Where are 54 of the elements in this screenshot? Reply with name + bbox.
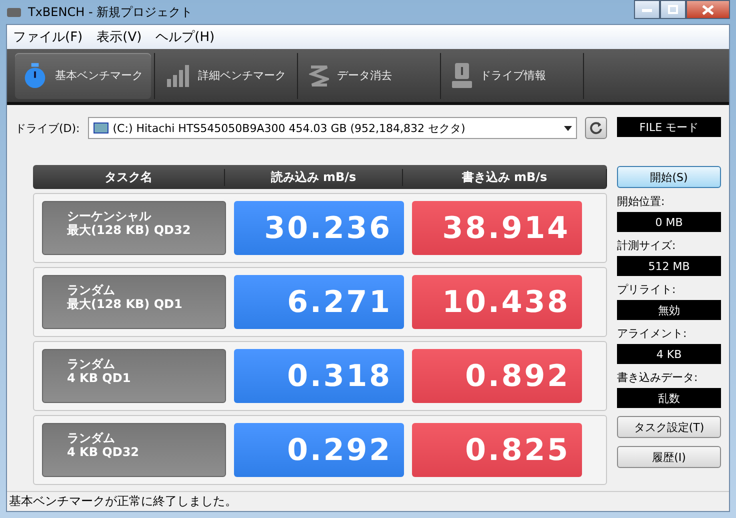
- action-button[interactable]: 履歴(I): [617, 446, 721, 468]
- setting-value: 乱数: [617, 388, 721, 408]
- setting-label: アライメント:: [617, 326, 688, 341]
- read-speed: 30.236: [234, 201, 404, 255]
- refresh-button[interactable]: [585, 117, 607, 139]
- task-name: ランダム 最大(128 KB) QD1: [42, 275, 226, 329]
- close-button[interactable]: [686, 0, 730, 19]
- write-speed: 0.825: [412, 423, 582, 477]
- setting-value: 無効: [617, 300, 721, 320]
- menu-item[interactable]: ヘルプ(H): [156, 28, 215, 46]
- refresh-icon: [589, 121, 603, 135]
- column-header: 読み込み mB/s: [225, 168, 403, 186]
- toolbar-tab[interactable]: 基本ベンチマーク: [15, 52, 151, 98]
- action-button[interactable]: タスク設定(T): [617, 416, 721, 438]
- setting-label: 書き込みデータ:: [617, 370, 699, 385]
- setting-label: 開始位置:: [617, 194, 666, 209]
- column-header: 書き込み mB/s: [403, 168, 607, 186]
- bar-chart-icon: [166, 64, 190, 86]
- mode-display: FILE モード: [617, 117, 721, 137]
- column-header: タスク名: [33, 168, 225, 186]
- app-icon: [6, 5, 22, 19]
- toolbar-tab[interactable]: 詳細ベンチマーク: [158, 52, 294, 98]
- drive-dropdown[interactable]: (C:) Hitachi HTS545050B9A300 454.03 GB (952,184,832 セクタ): [88, 117, 577, 139]
- stopwatch-icon: [23, 60, 47, 90]
- drive-label: ドライブ(D):: [15, 120, 80, 136]
- window-title: TxBENCH - 新規プロジェクト: [28, 4, 194, 20]
- menu-item[interactable]: 表示(V): [96, 28, 142, 46]
- setting-value: 4 KB: [617, 344, 721, 364]
- write-speed: 10.438: [412, 275, 582, 329]
- zigzag-icon: [309, 64, 329, 88]
- read-speed: 6.271: [234, 275, 404, 329]
- setting-label: プリライト:: [617, 282, 677, 297]
- write-speed: 38.914: [412, 201, 582, 255]
- task-name: シーケンシャル 最大(128 KB) QD32: [42, 201, 226, 255]
- read-speed: 0.318: [234, 349, 404, 403]
- toolbar-tab[interactable]: ドライブ情報: [444, 52, 580, 98]
- menu-item[interactable]: ファイル(F): [13, 28, 83, 46]
- write-speed: 0.892: [412, 349, 582, 403]
- start-button[interactable]: 開始(S): [617, 166, 721, 188]
- toolbar-tab[interactable]: データ消去: [301, 52, 437, 98]
- maximize-icon: [668, 5, 678, 14]
- status-bar: 基本ベンチマークが正常に終了しました。: [7, 491, 729, 511]
- task-name: ランダム 4 KB QD1: [42, 349, 226, 403]
- minimize-button[interactable]: [634, 0, 660, 19]
- drive-info-icon: [452, 62, 472, 88]
- setting-value: 0 MB: [617, 212, 721, 232]
- read-speed: 0.292: [234, 423, 404, 477]
- task-name: ランダム 4 KB QD32: [42, 423, 226, 477]
- setting-label: 計測サイズ:: [617, 238, 677, 253]
- setting-value: 512 MB: [617, 256, 721, 276]
- caret-icon: [564, 126, 572, 130]
- close-icon: [702, 4, 714, 14]
- minimize-icon: [642, 8, 652, 12]
- maximize-button[interactable]: [660, 0, 686, 19]
